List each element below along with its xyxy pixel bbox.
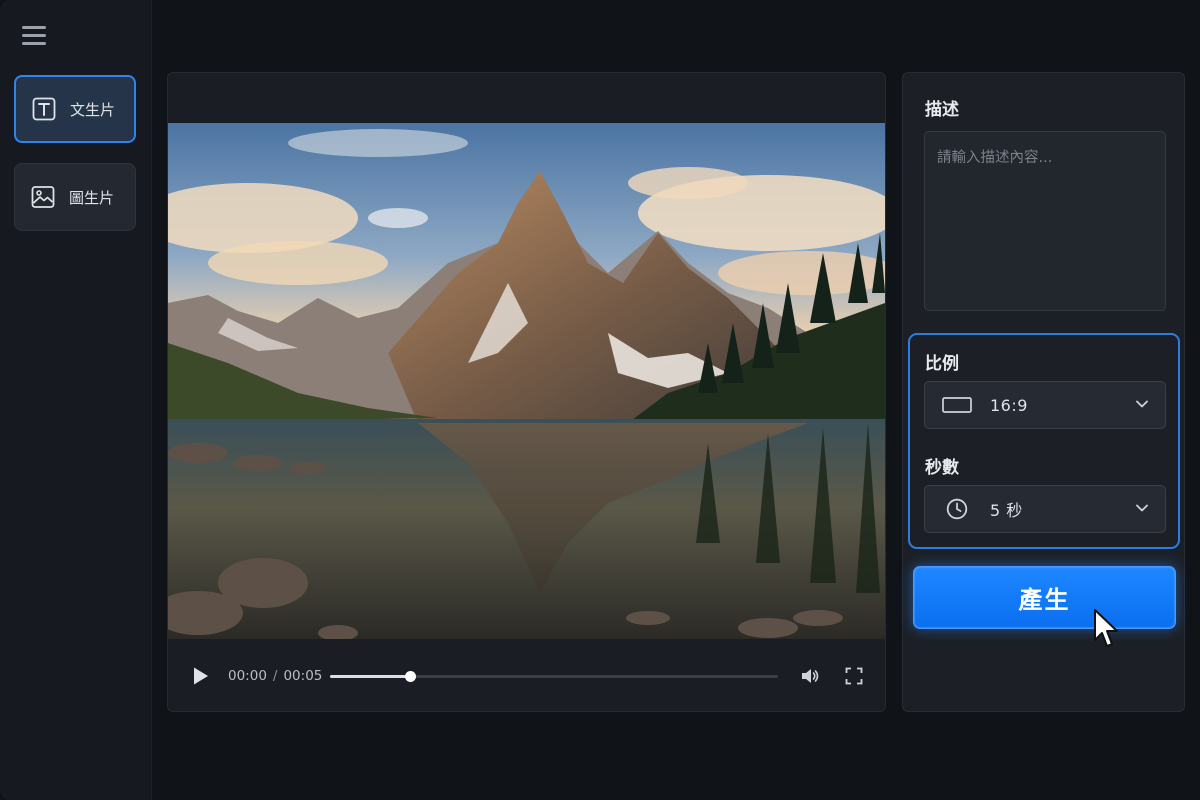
time-separator: / bbox=[272, 668, 278, 684]
seconds-select[interactable]: 5 秒 bbox=[924, 485, 1166, 533]
ratio-label: 比例 bbox=[925, 354, 959, 374]
image-icon bbox=[31, 185, 55, 209]
ratio-value: 16:9 bbox=[990, 395, 1028, 415]
app-window: 文生片 圖生片 00:00 / 00:05 描述 請輸入描述內容... 比例 1… bbox=[0, 0, 1200, 800]
settings-panel: 描述 比例 16:9 秒數 bbox=[902, 72, 1185, 712]
player-controls: 00:00 / 00:05 bbox=[168, 639, 885, 711]
sidebar-item-text-to-video[interactable]: 文生片 bbox=[14, 75, 136, 143]
progress-fill bbox=[330, 675, 411, 678]
current-time: 00:00 bbox=[228, 668, 267, 684]
text-icon bbox=[32, 97, 56, 121]
sidebar-item-image-to-video[interactable]: 圖生片 bbox=[14, 163, 136, 231]
progress-bar[interactable] bbox=[330, 671, 778, 682]
generate-button[interactable]: 產生 bbox=[913, 566, 1176, 629]
mountain-lake-image bbox=[168, 123, 885, 639]
clock-icon bbox=[942, 498, 972, 520]
chevron-down-icon bbox=[1136, 504, 1148, 512]
seconds-value: 5 秒 bbox=[990, 501, 1023, 520]
aspect-ratio-icon bbox=[942, 394, 972, 416]
description-input[interactable] bbox=[924, 131, 1166, 311]
sidebar-item-label: 文生片 bbox=[70, 100, 116, 119]
fullscreen-icon[interactable] bbox=[845, 667, 863, 685]
video-frame[interactable] bbox=[168, 123, 885, 639]
time-display: 00:00 / 00:05 bbox=[228, 668, 322, 684]
description-label: 描述 bbox=[925, 100, 959, 120]
play-icon[interactable] bbox=[192, 666, 210, 686]
duration-time: 00:05 bbox=[283, 668, 323, 684]
chevron-down-icon bbox=[1136, 400, 1148, 408]
seconds-label: 秒數 bbox=[925, 458, 959, 478]
video-player: 00:00 / 00:05 bbox=[167, 72, 886, 712]
volume-icon[interactable] bbox=[800, 666, 820, 686]
sidebar: 文生片 圖生片 bbox=[0, 0, 152, 800]
progress-thumb[interactable] bbox=[405, 671, 417, 682]
ratio-select[interactable]: 16:9 bbox=[924, 381, 1166, 429]
hamburger-menu-icon[interactable] bbox=[22, 26, 48, 48]
settings-group: 比例 16:9 秒數 5 秒 bbox=[908, 333, 1180, 549]
sidebar-item-label: 圖生片 bbox=[69, 188, 115, 207]
